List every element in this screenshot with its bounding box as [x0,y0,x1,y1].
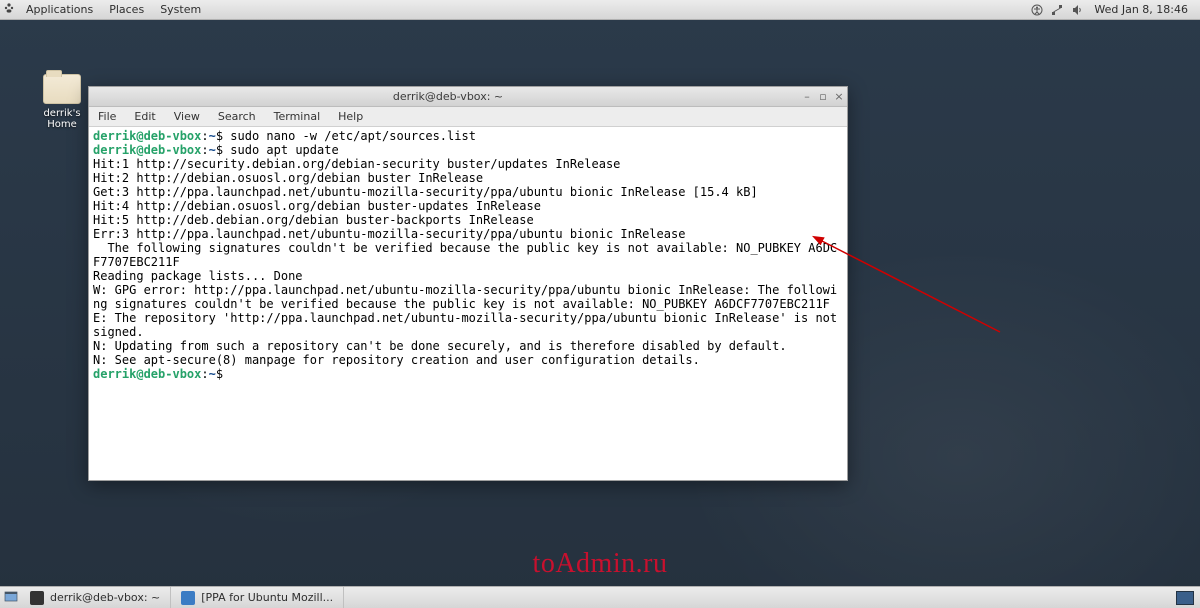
bottom-panel: derrik@deb-vbox: ~ [PPA for Ubuntu Mozil… [0,586,1200,608]
accessibility-icon[interactable] [1030,3,1044,17]
workspace-indicator[interactable] [1176,591,1194,605]
taskbar-item-browser[interactable]: [PPA for Ubuntu Mozill... [171,587,344,608]
term-line: The following signatures couldn't be ver… [93,241,837,269]
term-line: Hit:5 http://deb.debian.org/debian buste… [93,213,534,227]
term-line: Reading package lists... Done [93,269,303,283]
menu-terminal[interactable]: Terminal [265,110,330,123]
prompt-user: derrik@deb-vbox [93,143,201,157]
term-line: Hit:1 http://security.debian.org/debian-… [93,157,620,171]
folder-icon [43,74,81,104]
terminal-icon [30,591,44,605]
terminal-body[interactable]: derrik@deb-vbox:~$ sudo nano -w /etc/apt… [89,127,847,480]
term-line: Hit:2 http://debian.osuosl.org/debian bu… [93,171,483,185]
term-line: N: Updating from such a repository can't… [93,339,787,353]
network-icon[interactable] [1050,3,1064,17]
menu-view[interactable]: View [165,110,209,123]
window-title: derrik@deb-vbox: ~ [97,90,799,103]
menu-file[interactable]: File [89,110,125,123]
prompt-path: ~ [209,143,216,157]
show-desktop-button[interactable] [0,589,20,606]
term-line: W: GPG error: http://ppa.launchpad.net/u… [93,283,837,311]
cmd-line: sudo apt update [230,143,338,157]
menu-edit[interactable]: Edit [125,110,164,123]
term-line: Get:3 http://ppa.launchpad.net/ubuntu-mo… [93,185,758,199]
desktop-home-icon[interactable]: derrik's Home [30,74,94,130]
terminal-window: derrik@deb-vbox: ~ – ▫ × File Edit View … [88,86,848,481]
desktop-home-label: derrik's Home [30,108,94,130]
term-line: Err:3 http://ppa.launchpad.net/ubuntu-mo… [93,227,685,241]
window-close-button[interactable]: × [831,91,847,102]
prompt-path: ~ [209,367,216,381]
menu-help[interactable]: Help [329,110,372,123]
top-panel: Applications Places System Wed Jan 8, 18… [0,0,1200,20]
window-minimize-button[interactable]: – [799,91,815,102]
watermark: toAdmin.ru [533,548,668,580]
gnome-icon[interactable] [0,2,18,17]
menu-system[interactable]: System [152,3,209,16]
window-maximize-button[interactable]: ▫ [815,91,831,102]
taskbar-label: [PPA for Ubuntu Mozill... [201,591,333,604]
clock[interactable]: Wed Jan 8, 18:46 [1090,3,1192,16]
prompt-user: derrik@deb-vbox [93,367,201,381]
prompt-path: ~ [209,129,216,143]
volume-icon[interactable] [1070,3,1084,17]
window-titlebar[interactable]: derrik@deb-vbox: ~ – ▫ × [89,87,847,107]
term-line: N: See apt-secure(8) manpage for reposit… [93,353,700,367]
cmd-line: sudo nano -w /etc/apt/sources.list [230,129,476,143]
system-tray: Wed Jan 8, 18:46 [1030,3,1200,17]
menu-applications[interactable]: Applications [18,3,101,16]
prompt-user: derrik@deb-vbox [93,129,201,143]
menu-search[interactable]: Search [209,110,265,123]
taskbar-label: derrik@deb-vbox: ~ [50,591,160,604]
browser-icon [181,591,195,605]
menu-places[interactable]: Places [101,3,152,16]
taskbar-item-terminal[interactable]: derrik@deb-vbox: ~ [20,587,171,608]
term-line: E: The repository 'http://ppa.launchpad.… [93,311,844,339]
terminal-menubar: File Edit View Search Terminal Help [89,107,847,127]
term-line: Hit:4 http://debian.osuosl.org/debian bu… [93,199,541,213]
